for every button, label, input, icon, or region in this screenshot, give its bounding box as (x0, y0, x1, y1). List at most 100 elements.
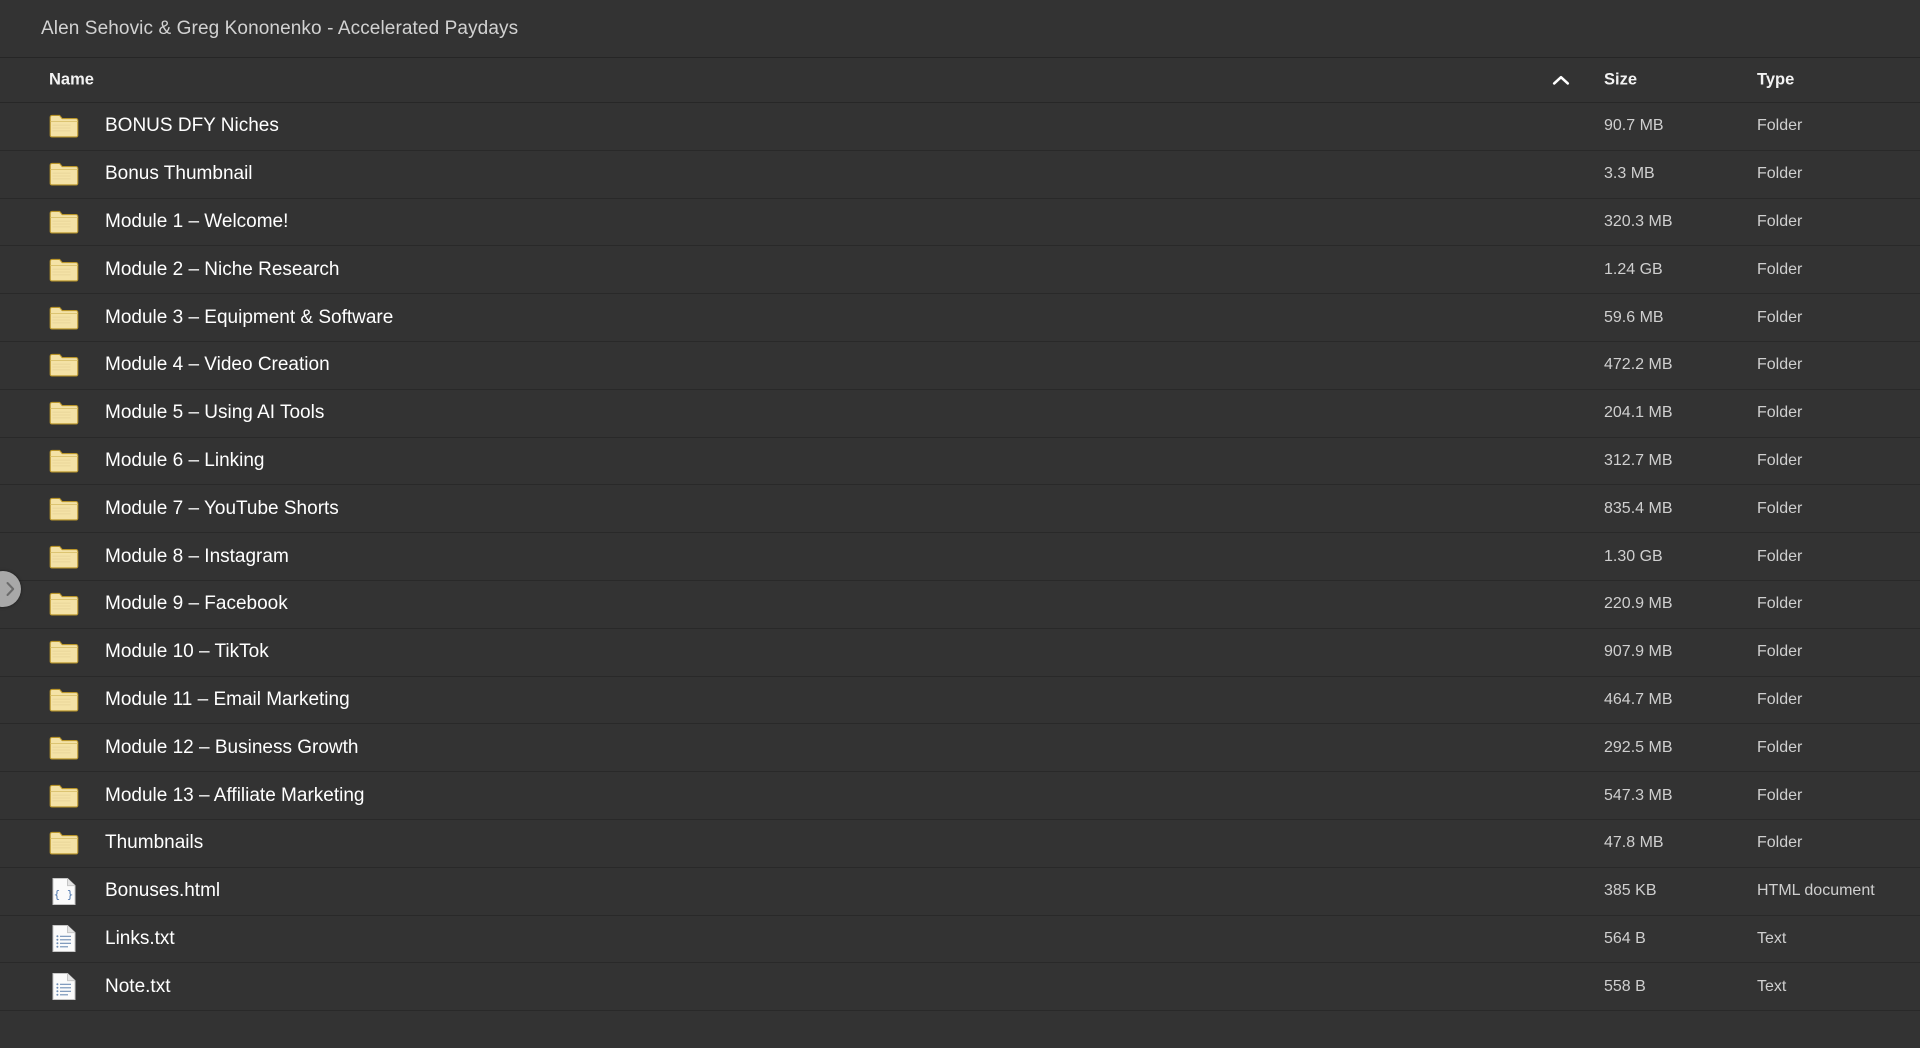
folder-icon (49, 542, 79, 572)
file-name: Module 11 – Email Marketing (105, 688, 350, 710)
file-size: 292.5 MB (1604, 738, 1673, 756)
column-header-name[interactable]: Name (49, 71, 94, 90)
file-type: Folder (1757, 356, 1803, 374)
file-name: Bonus Thumbnail (105, 163, 253, 185)
file-type: Folder (1757, 834, 1803, 852)
file-size: 1.24 GB (1604, 260, 1663, 278)
folder-icon (49, 303, 79, 333)
file-size: 558 B (1604, 977, 1646, 995)
folder-icon (49, 589, 79, 619)
file-row[interactable]: { } Bonuses.html 385 KB HTML document (0, 868, 1920, 916)
file-size: 547.3 MB (1604, 786, 1673, 804)
file-size: 204.1 MB (1604, 404, 1673, 422)
file-size: 320.3 MB (1604, 212, 1673, 230)
file-type: Folder (1757, 738, 1803, 756)
folder-icon (49, 350, 79, 380)
file-type: Folder (1757, 595, 1803, 613)
file-name: Module 6 – Linking (105, 449, 265, 471)
column-header-type[interactable]: Type (1757, 71, 1794, 90)
file-size: 3.3 MB (1604, 165, 1655, 183)
file-row[interactable]: Module 11 – Email Marketing 464.7 MB Folde… (0, 677, 1920, 725)
file-type: Folder (1757, 499, 1803, 517)
file-size: 464.7 MB (1604, 690, 1673, 708)
window-title: Alen Sehovic & Greg Kononenko - Accelera… (41, 17, 519, 39)
file-type: Folder (1757, 212, 1803, 230)
file-name: Module 7 – YouTube Shorts (105, 497, 339, 519)
file-row[interactable]: Module 4 – Video Creation 472.2 MB Folder (0, 342, 1920, 390)
file-name: Module 5 – Using AI Tools (105, 402, 325, 424)
html-file-icon: { } (49, 876, 79, 906)
folder-icon (49, 781, 79, 811)
folder-icon (49, 207, 79, 237)
file-list: BONUS DFY Niches 90.7 MB Folder Bonus Thumb… (0, 103, 1920, 1030)
file-size: 312.7 MB (1604, 451, 1673, 469)
file-size: 47.8 MB (1604, 834, 1664, 852)
file-type: Text (1757, 929, 1787, 947)
file-row[interactable]: Module 10 – TikTok 907.9 MB Folder (0, 629, 1920, 677)
folder-icon (49, 637, 79, 667)
column-header-size[interactable]: Size (1604, 71, 1637, 90)
chevron-up-icon[interactable] (1552, 74, 1570, 86)
folder-icon (49, 255, 79, 285)
folder-icon (49, 685, 79, 715)
file-size: 564 B (1604, 929, 1646, 947)
file-name: Module 2 – Niche Research (105, 258, 340, 280)
folder-icon (49, 494, 79, 524)
empty-area (0, 1029, 1920, 1048)
file-name: BONUS DFY Niches (105, 115, 279, 137)
file-row[interactable]: Module 2 – Niche Research 1.24 GB Folder (0, 246, 1920, 295)
file-row[interactable]: Module 8 – Instagram 1.30 GB Folder (0, 533, 1920, 581)
file-row[interactable]: Module 7 – YouTube Shorts 835.4 MB Folder (0, 485, 1920, 534)
title-bar: Alen Sehovic & Greg Kononenko - Accelera… (0, 0, 1920, 58)
file-name: Links.txt (105, 927, 175, 949)
file-row[interactable]: Module 1 – Welcome! 320.3 MB Folder (0, 199, 1920, 247)
folder-icon (49, 159, 79, 189)
file-name: Module 1 – Welcome! (105, 210, 289, 232)
file-type: Folder (1757, 117, 1803, 135)
text-file-icon (49, 924, 79, 954)
file-name: Thumbnails (105, 832, 204, 854)
text-file-icon (49, 972, 79, 1002)
file-row[interactable]: Thumbnails 47.8 MB Folder (0, 820, 1920, 868)
folder-icon (49, 733, 79, 763)
chevron-right-icon (5, 581, 16, 597)
file-name: Module 4 – Video Creation (105, 354, 330, 376)
file-size: 220.9 MB (1604, 595, 1673, 613)
file-size: 835.4 MB (1604, 499, 1673, 517)
file-row[interactable]: Links.txt 564 B Text (0, 916, 1920, 964)
file-type: Folder (1757, 547, 1803, 565)
file-row[interactable]: Module 6 – Linking 312.7 MB Folder (0, 438, 1920, 486)
file-name: Module 10 – TikTok (105, 641, 269, 663)
file-row[interactable]: BONUS DFY Niches 90.7 MB Folder (0, 103, 1920, 151)
file-name: Module 8 – Instagram (105, 545, 289, 567)
column-header-row: Name Size Type (0, 58, 1920, 103)
file-type: HTML document (1757, 882, 1875, 900)
file-name: Module 12 – Business Growth (105, 736, 359, 758)
file-name: Bonuses.html (105, 880, 221, 902)
file-row[interactable]: Module 5 – Using AI Tools 204.1 MB Folder (0, 390, 1920, 438)
folder-icon (49, 111, 79, 141)
file-row[interactable]: Note.txt 558 B Text (0, 963, 1920, 1012)
folder-icon (49, 828, 79, 858)
file-manager-window: Alen Sehovic & Greg Kononenko - Accelera… (0, 0, 1920, 1048)
folder-icon (49, 446, 79, 476)
file-type: Folder (1757, 308, 1803, 326)
file-size: 59.6 MB (1604, 308, 1664, 326)
file-name: Module 13 – Affiliate Marketing (105, 784, 365, 806)
file-name: Note.txt (105, 975, 171, 997)
file-type: Folder (1757, 643, 1803, 661)
file-row[interactable]: Module 12 – Business Growth 292.5 MB Folde… (0, 724, 1920, 773)
file-type: Text (1757, 977, 1787, 995)
file-row[interactable]: Module 9 – Facebook 220.9 MB Folder (0, 581, 1920, 629)
file-row[interactable]: Bonus Thumbnail 3.3 MB Folder (0, 151, 1920, 199)
file-type: Folder (1757, 690, 1803, 708)
file-row[interactable]: Module 13 – Affiliate Marketing 547.3 MB F… (0, 772, 1920, 820)
file-type: Folder (1757, 451, 1803, 469)
file-size: 385 KB (1604, 882, 1657, 900)
file-type: Folder (1757, 404, 1803, 422)
folder-icon (49, 398, 79, 428)
file-size: 907.9 MB (1604, 643, 1673, 661)
file-size: 472.2 MB (1604, 356, 1673, 374)
file-name: Module 3 – Equipment & Software (105, 306, 394, 328)
file-row[interactable]: Module 3 – Equipment & Software 59.6 MB Fo… (0, 294, 1920, 342)
